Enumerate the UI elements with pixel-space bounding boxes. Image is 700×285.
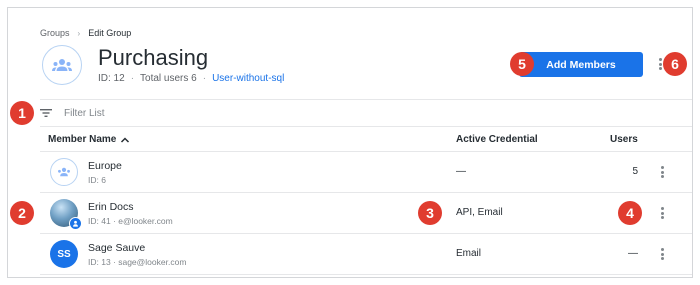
column-header-member-name[interactable]: Member Name	[48, 134, 130, 145]
breadcrumb-groups-link[interactable]: Groups	[40, 28, 70, 38]
table-row[interactable]: Erin Docs ID: 41 · e@looker.com API, Ema…	[40, 193, 692, 233]
group-avatar	[42, 45, 82, 85]
meta-separator: ·	[130, 73, 135, 84]
member-name[interactable]: Europe	[88, 160, 122, 172]
chevron-right-icon: ›	[77, 28, 81, 38]
page-content: Groups › Edit Group Purchasing ID: 12 · …	[22, 8, 692, 277]
member-details: ID: 41 · e@looker.com	[88, 216, 173, 226]
breadcrumb-current: Edit Group	[88, 28, 132, 38]
group-icon	[58, 167, 70, 177]
avatar: SS	[50, 240, 78, 268]
member-credential: API, Email	[456, 207, 503, 218]
avatar	[50, 199, 82, 230]
member-users-count: 5	[632, 166, 638, 177]
kebab-menu-icon[interactable]	[658, 247, 666, 261]
member-details: ID: 13 · sage@looker.com	[88, 257, 187, 267]
filter-bar[interactable]: Filter List	[40, 101, 105, 125]
callout-marker: 5	[510, 52, 534, 76]
meta-separator: ·	[202, 73, 207, 84]
divider	[40, 126, 692, 127]
member-credential: Email	[456, 248, 482, 259]
group-id: ID: 12	[98, 73, 125, 84]
add-members-button[interactable]: Add Members	[519, 52, 643, 77]
table-row[interactable]: Europe ID: 6 — 5	[40, 152, 692, 192]
edit-group-panel: Groups › Edit Group Purchasing ID: 12 · …	[7, 7, 693, 278]
member-details: ID: 6	[88, 175, 106, 185]
member-users-count: —	[628, 248, 638, 259]
group-role-link[interactable]: User-without-sql	[212, 73, 284, 84]
sort-ascending-icon[interactable]	[120, 136, 130, 144]
filter-icon[interactable]	[40, 108, 52, 118]
user-badge-icon	[69, 217, 82, 230]
divider	[40, 99, 692, 100]
member-credential: —	[456, 166, 466, 177]
group-total-users: Total users 6	[140, 73, 197, 84]
group-icon	[52, 59, 72, 71]
callout-marker: 2	[10, 201, 34, 225]
page-title: Purchasing	[98, 45, 209, 70]
callout-marker: 6	[663, 52, 687, 76]
member-name[interactable]: Sage Sauve	[88, 242, 145, 254]
member-name[interactable]: Erin Docs	[88, 201, 134, 213]
group-avatar	[50, 158, 78, 186]
breadcrumb: Groups › Edit Group	[40, 28, 131, 38]
kebab-menu-icon[interactable]	[658, 165, 666, 179]
column-header-users: Users	[610, 134, 638, 145]
filter-input[interactable]: Filter List	[64, 108, 105, 119]
column-header-active-credential: Active Credential	[456, 134, 538, 145]
kebab-menu-icon[interactable]	[658, 206, 666, 220]
callout-marker: 4	[618, 201, 642, 225]
column-header-label: Member Name	[48, 134, 117, 145]
callout-marker: 1	[10, 101, 34, 125]
divider	[40, 274, 692, 275]
callout-marker: 3	[418, 201, 442, 225]
table-row[interactable]: SS Sage Sauve ID: 13 · sage@looker.com E…	[40, 234, 692, 274]
group-meta: ID: 12 · Total users 6 · User-without-sq…	[98, 73, 284, 84]
